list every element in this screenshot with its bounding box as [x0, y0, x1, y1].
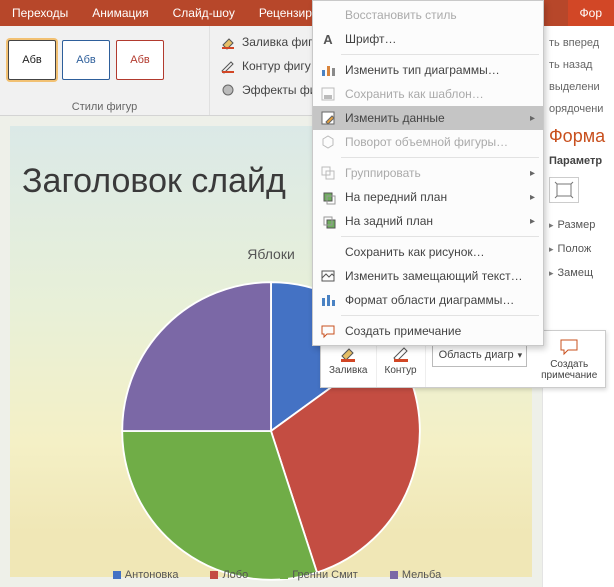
- edit-data-icon: [319, 109, 337, 127]
- chevron-right-icon: ▸: [549, 244, 554, 255]
- comment-icon: [559, 337, 579, 357]
- context-menu: Восстановить стиль A Шрифт… Изменить тип…: [312, 0, 544, 346]
- group-label-shape-styles: Стили фигур: [8, 97, 201, 113]
- save-template-icon: [319, 85, 337, 103]
- format-pane-subtitle: Параметр: [549, 155, 614, 167]
- menu-format-chart-area[interactable]: Формат области диаграммы…: [313, 288, 543, 312]
- arrange-label[interactable]: орядочени: [549, 98, 614, 120]
- chevron-right-icon: ▸: [549, 268, 554, 279]
- mini-chart-element-selector[interactable]: Область диагр ▾: [432, 343, 528, 367]
- format-chart-icon: [319, 291, 337, 309]
- blank-icon: [319, 6, 337, 24]
- menu-group[interactable]: Группировать ▸: [313, 161, 543, 185]
- sidebar-item-alt-text[interactable]: ▸Замещ: [549, 261, 614, 285]
- chevron-right-icon: ▸: [549, 220, 554, 231]
- menu-reset-style[interactable]: Восстановить стиль: [313, 3, 543, 27]
- shape-style-swatch-2[interactable]: Абв: [62, 40, 110, 80]
- menu-send-to-back[interactable]: На задний план ▸: [313, 209, 543, 233]
- submenu-arrow-icon: ▸: [530, 216, 535, 227]
- menu-bring-to-front[interactable]: На передний план ▸: [313, 185, 543, 209]
- tab-slideshow[interactable]: Слайд-шоу: [161, 0, 247, 26]
- shape-fill-button[interactable]: Заливка фиг: [218, 32, 318, 52]
- alt-text-icon: [319, 267, 337, 285]
- selection-label[interactable]: выделени: [549, 76, 614, 98]
- sidebar-item-size[interactable]: ▸Размер: [549, 213, 614, 237]
- submenu-arrow-icon: ▸: [530, 192, 535, 203]
- chevron-down-icon: ▾: [518, 350, 523, 361]
- tab-format[interactable]: Фор: [568, 0, 614, 26]
- shape-fill-label: Заливка фиг: [242, 35, 312, 49]
- chart-type-icon: [319, 61, 337, 79]
- legend-item[interactable]: Гренни Смит: [268, 569, 358, 581]
- blank-icon: [319, 243, 337, 261]
- legend-item[interactable]: Антоновка: [101, 569, 179, 581]
- bring-forward-label[interactable]: ть вперед: [549, 32, 614, 54]
- menu-save-as-picture[interactable]: Сохранить как рисунок…: [313, 240, 543, 264]
- pie-slice[interactable]: [122, 282, 271, 431]
- font-icon: A: [319, 30, 337, 48]
- menu-change-chart-type[interactable]: Изменить тип диаграммы…: [313, 58, 543, 82]
- rotate-3d-icon: [319, 133, 337, 151]
- shape-effects-button[interactable]: Эффекты фи: [218, 80, 318, 100]
- group-shape-styles: Абв Абв Абв Стили фигур: [0, 26, 210, 115]
- shape-style-swatch-1[interactable]: Абв: [8, 40, 56, 80]
- tab-transitions[interactable]: Переходы: [0, 0, 80, 26]
- legend-item[interactable]: Мельба: [378, 569, 441, 581]
- shape-effects-label: Эффекты фи: [242, 83, 316, 97]
- menu-edit-alt-text[interactable]: Изменить замещающий текст…: [313, 264, 543, 288]
- slide-title[interactable]: Заголовок слайд: [22, 162, 286, 201]
- bring-front-icon: [319, 188, 337, 206]
- group-shape-format: Заливка фиг Контур фигу Эффекты фи: [210, 26, 327, 115]
- paint-bucket-icon: [220, 34, 236, 50]
- submenu-arrow-icon: ▸: [530, 113, 535, 124]
- sidebar-format-pane: ть вперед ть назад выделени орядочени Фо…: [542, 26, 614, 587]
- menu-font[interactable]: A Шрифт…: [313, 27, 543, 51]
- menu-save-as-template[interactable]: Сохранить как шаблон…: [313, 82, 543, 106]
- menu-3d-rotation[interactable]: Поворот объемной фигуры…: [313, 130, 543, 154]
- send-backward-label[interactable]: ть назад: [549, 54, 614, 76]
- legend-item[interactable]: Лобо: [198, 569, 248, 581]
- tab-animation[interactable]: Анимация: [80, 0, 160, 26]
- size-position-icon[interactable]: [549, 177, 579, 203]
- effects-icon: [220, 82, 236, 98]
- shape-outline-label: Контур фигу: [242, 59, 311, 73]
- shape-outline-button[interactable]: Контур фигу: [218, 56, 318, 76]
- send-back-icon: [319, 212, 337, 230]
- format-pane-title: Форма: [549, 126, 614, 147]
- menu-new-comment[interactable]: Создать примечание: [313, 319, 543, 343]
- pen-outline-icon: [220, 58, 236, 74]
- comment-icon: [319, 322, 337, 340]
- menu-edit-data[interactable]: Изменить данные ▸: [313, 106, 543, 130]
- shape-style-swatch-3[interactable]: Абв: [116, 40, 164, 80]
- sidebar-item-position[interactable]: ▸Полож: [549, 237, 614, 261]
- chart-legend[interactable]: Антоновка Лобо Гренни Смит Мельба: [0, 569, 542, 581]
- group-icon: [319, 164, 337, 182]
- submenu-arrow-icon: ▸: [530, 168, 535, 179]
